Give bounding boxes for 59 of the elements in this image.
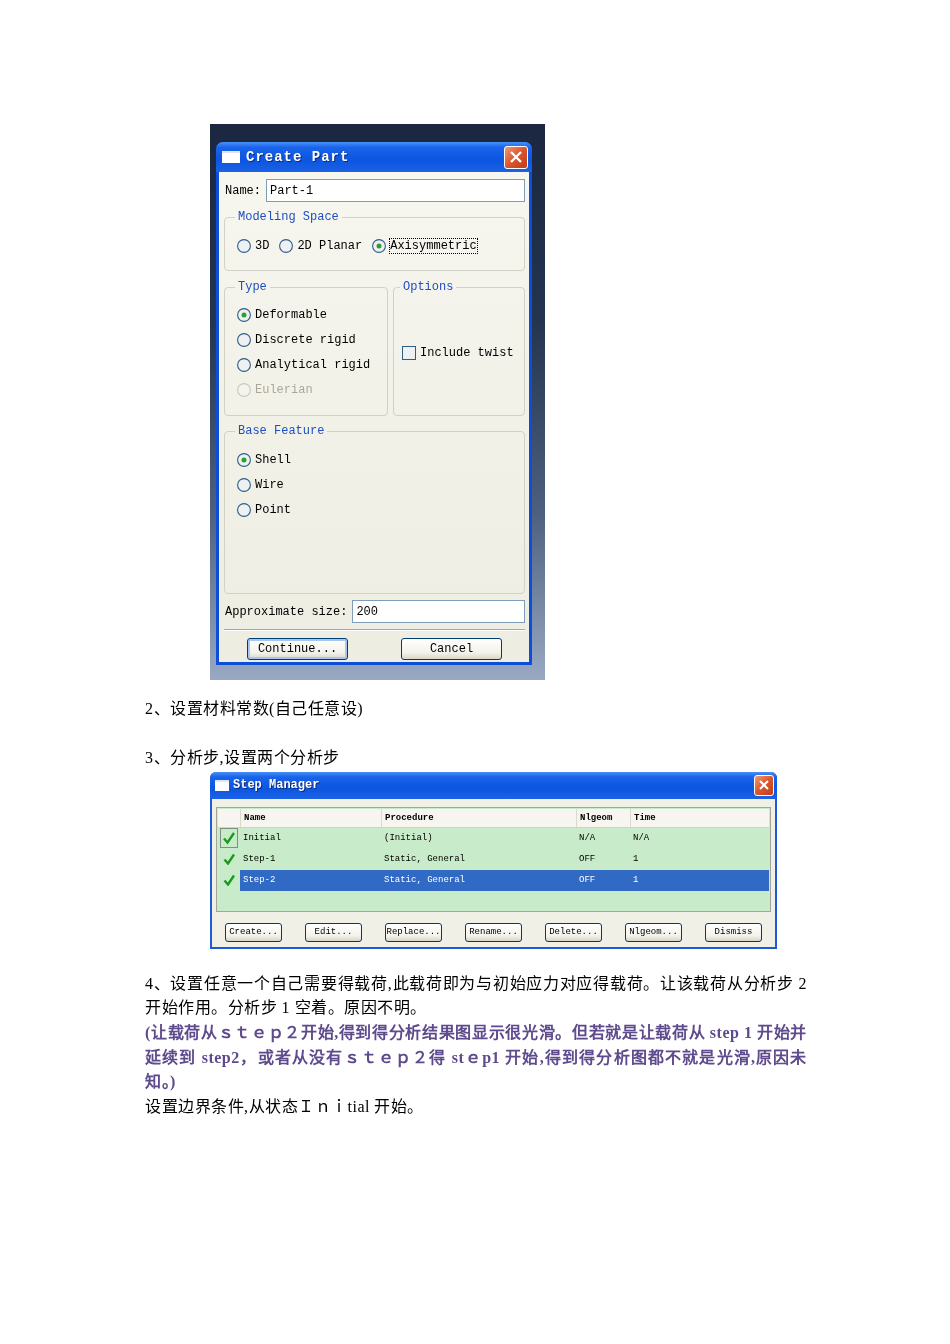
name-input[interactable]: Part-1	[266, 179, 525, 202]
radio-button[interactable]: 3D	[237, 238, 270, 254]
close-icon	[510, 151, 522, 163]
radio-button[interactable]: Shell	[237, 447, 524, 472]
dialog-button[interactable]: Nlgeom...	[625, 922, 682, 942]
paragraph-text: 设置边界条件,从状态Ｉｎｉtial 开始。	[145, 1096, 425, 1117]
table-cell-text: 1	[632, 854, 639, 865]
column-header: Name	[244, 812, 266, 823]
group-title: Options	[402, 280, 455, 294]
group-title: Type	[237, 280, 268, 294]
table-row[interactable]: Step-1 Static, General OFF 1	[240, 848, 769, 870]
radio-button[interactable]: Point	[237, 497, 524, 522]
column-header: Procedure	[385, 812, 434, 823]
paragraph-text: (让载荷从ｓｔｅｐ２开始,得到得分析结果图显示很光滑。但若就是让载荷从 step 1 开始并延续到 step2，或者从没有ｓｔｅｐ２得 stｅp1 开始,得到得分析图都不就是光滑,原因未知。)	[145, 1022, 807, 1093]
window-title: Step Manager	[233, 778, 321, 793]
window-icon	[222, 151, 240, 163]
radio-button[interactable]: Wire	[237, 472, 524, 497]
table-cell-text: N/A	[578, 833, 596, 844]
field-label: Name:	[224, 183, 261, 198]
table-cell-text: Step-1	[242, 854, 276, 865]
paragraph-text: 2、设置材料常数(自己任意设)	[145, 699, 365, 720]
table-cell-text: Initial	[242, 833, 281, 844]
radio-button[interactable]: Discrete rigid	[237, 327, 387, 352]
radio-button[interactable]: Analytical rigid	[237, 352, 387, 377]
window-icon	[215, 779, 229, 791]
table-cell-text: N/A	[632, 833, 650, 844]
paragraph-text: 4、设置任意一个自己需要得载荷,此载荷即为与初始应力对应得载荷。让该载荷从分析步 2 开始作用。分析步 1 空着。原因不明。	[145, 973, 807, 1019]
table-cell-text: Static, General	[383, 875, 465, 886]
close-button[interactable]	[504, 145, 528, 169]
dialog-button[interactable]: Dismiss	[705, 922, 762, 942]
close-icon	[759, 780, 769, 791]
dialog-button[interactable]: Replace...	[385, 922, 442, 942]
table-cell-text: Step-2	[242, 875, 276, 886]
column-header: Time	[634, 812, 656, 823]
radio-button[interactable]: Deformable	[237, 302, 387, 327]
table-row[interactable]: Initial (Initial) N/A N/A	[240, 827, 769, 849]
field-label: Approximate size:	[224, 604, 348, 619]
dialog-button[interactable]: Rename...	[465, 922, 522, 942]
radio-button[interactable]: 2D Planar	[279, 238, 363, 254]
table-cell-text: 1	[632, 875, 639, 886]
window-title: Create Part	[246, 149, 351, 165]
table-cell-text: OFF	[578, 875, 596, 886]
radio-button[interactable]: Axisymmetric	[372, 238, 477, 254]
paragraph-text: 3、分析步,设置两个分析步	[145, 748, 341, 769]
checkbox[interactable]: Include twist	[402, 345, 514, 361]
size-input[interactable]: 200	[352, 600, 525, 623]
dialog-button[interactable]: Create...	[225, 922, 282, 942]
column-header: Nlgeom	[580, 812, 613, 823]
dialog-button[interactable]: Delete...	[545, 922, 602, 942]
table-cell-text: (Initial)	[383, 833, 433, 844]
table-cell-text: OFF	[578, 854, 596, 865]
dialog-button[interactable]: Edit...	[305, 922, 362, 942]
dialog-button[interactable]: Continue...	[247, 638, 348, 660]
dialog-button[interactable]: Cancel	[401, 638, 502, 660]
close-button[interactable]	[754, 774, 774, 796]
group-title: Modeling Space	[237, 210, 340, 224]
table-cell-text: Static, General	[383, 854, 465, 865]
group-title: Base Feature	[237, 424, 326, 438]
table-row[interactable]: Step-2 Static, General OFF 1	[240, 869, 769, 891]
